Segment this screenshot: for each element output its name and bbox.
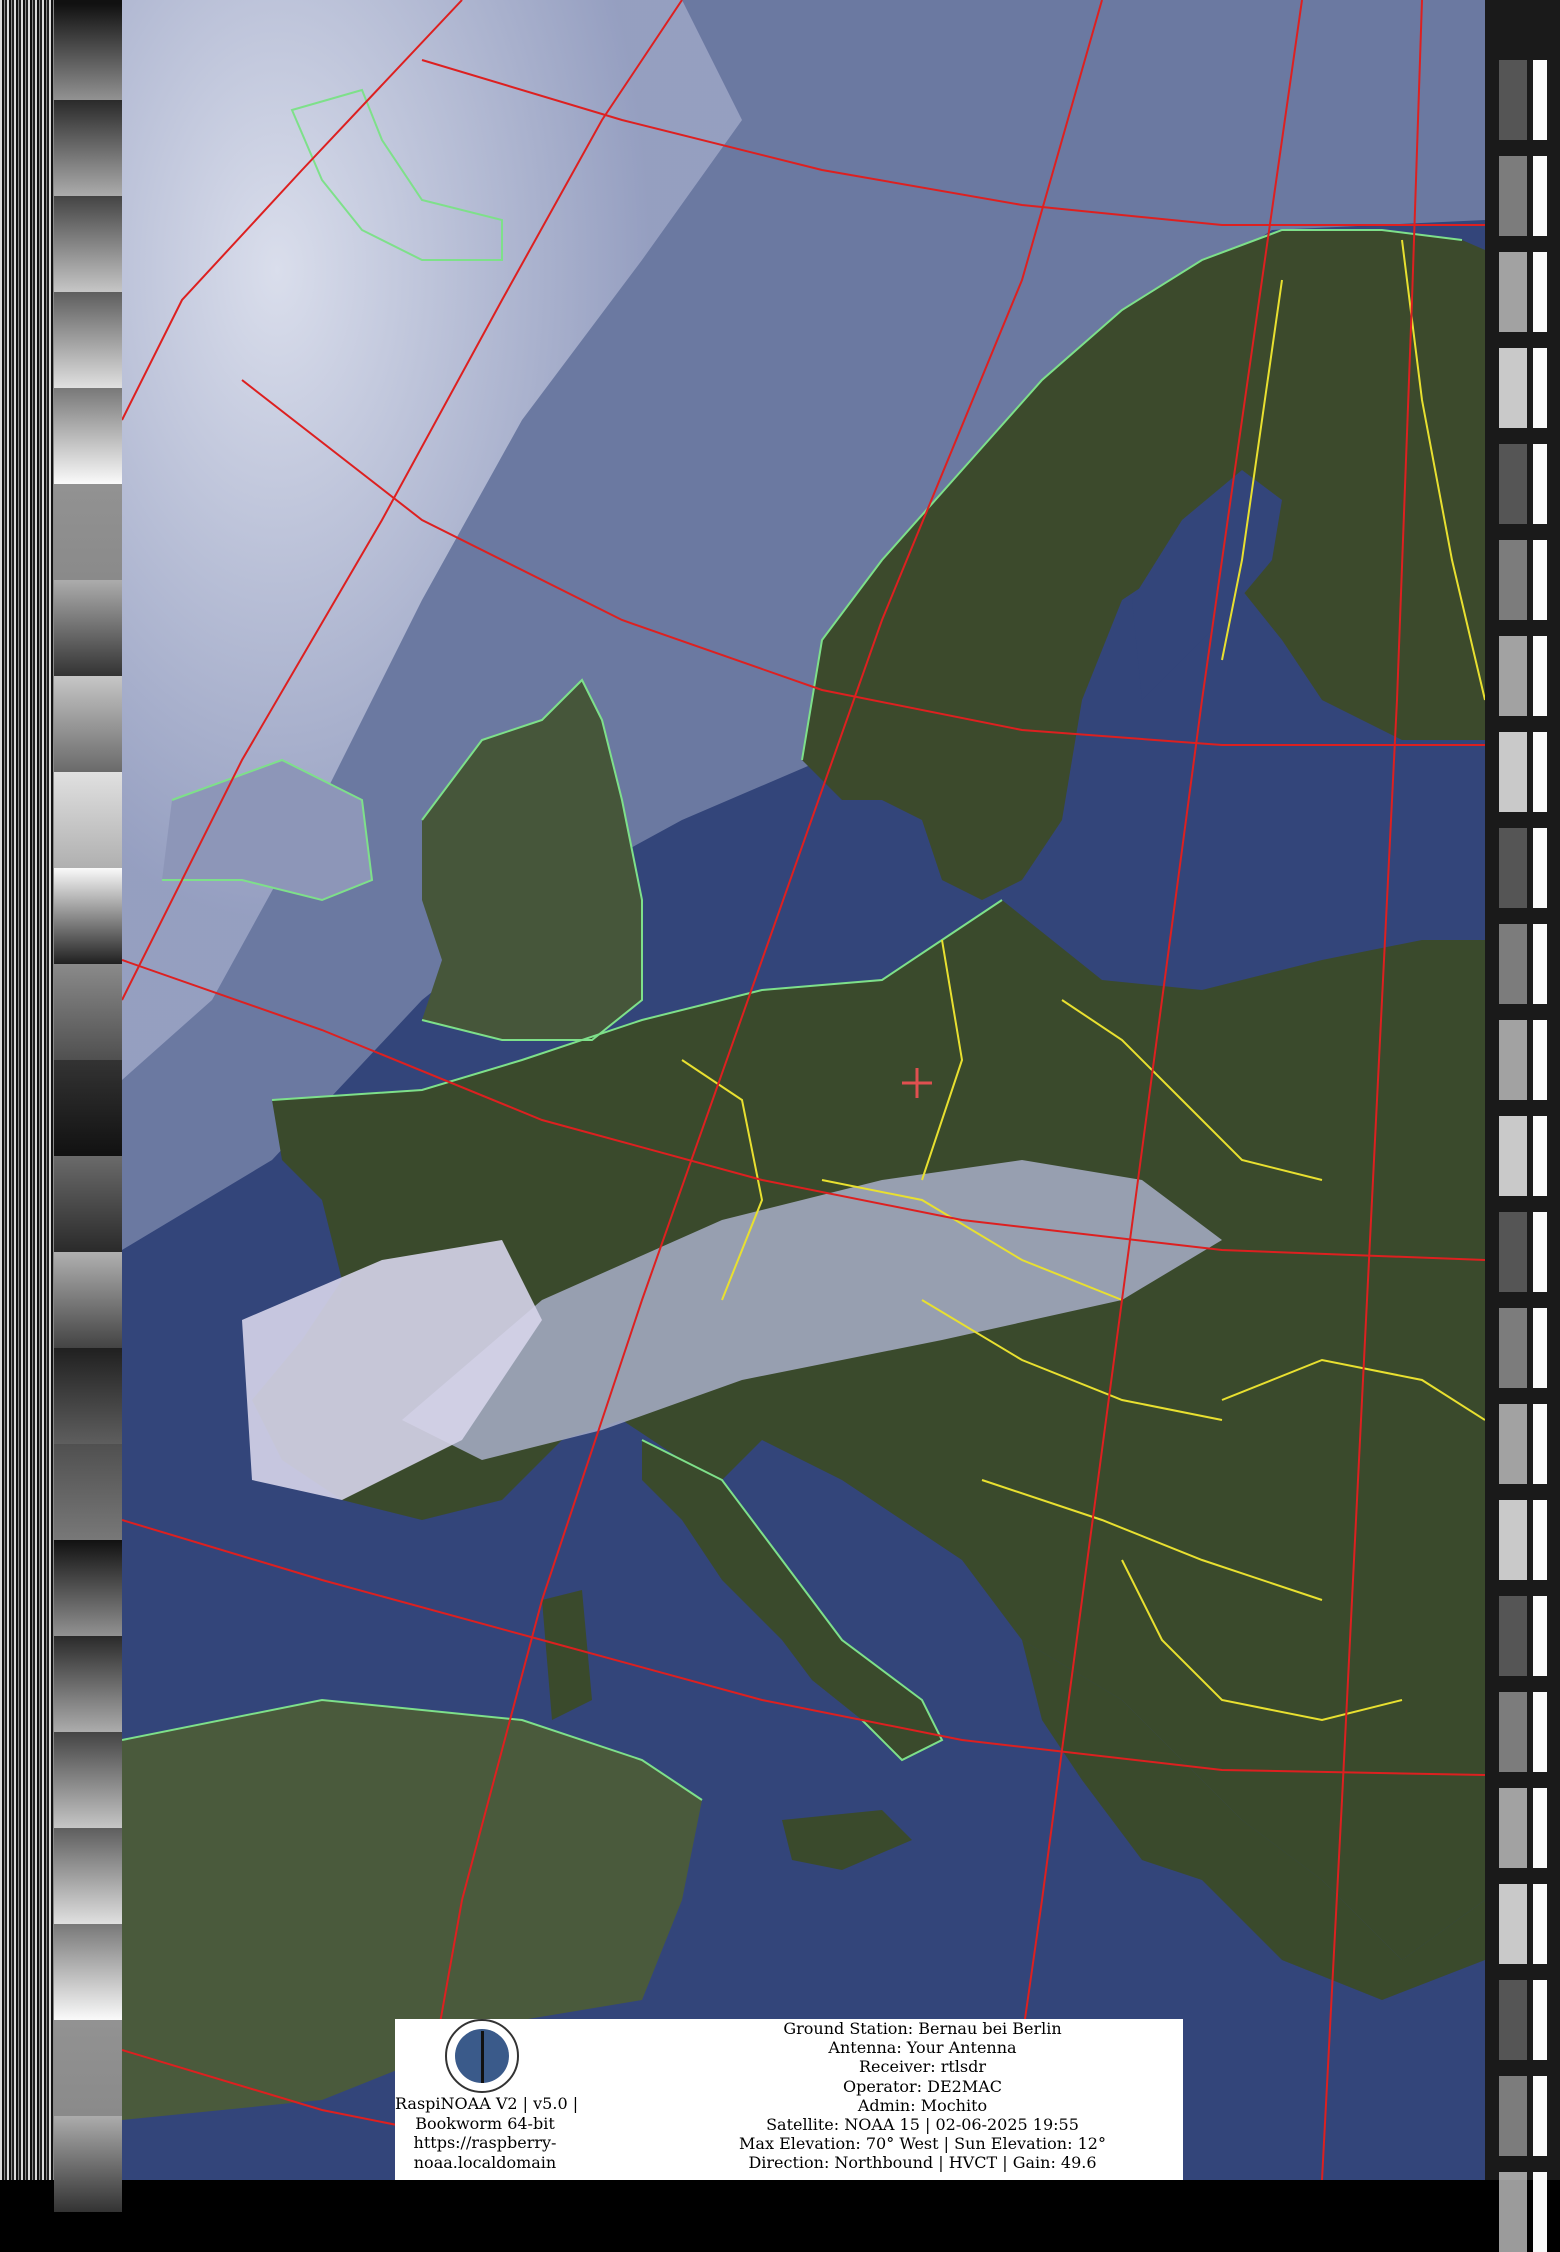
telemetry-bar (1533, 1308, 1547, 1388)
telemetry-bar (1499, 444, 1527, 524)
telemetry-bar (1499, 156, 1527, 236)
telemetry-bar (1499, 1884, 1527, 1964)
pass-details: Ground Station: Bernau bei Berlin Antenn… (665, 2019, 1180, 2173)
telemetry-bar (1499, 1692, 1527, 1772)
telemetry-bar (1533, 348, 1547, 428)
calibration-wedge-left (54, 0, 122, 2212)
map-canvas (122, 0, 1485, 2180)
telemetry-bar (1533, 540, 1547, 620)
telemetry-bar (1499, 1404, 1527, 1484)
telemetry-bar (1499, 732, 1527, 812)
wedge-cell (54, 676, 122, 772)
ground-station-label: Ground Station: Bernau bei Berlin (783, 2019, 1062, 2038)
wedge-cell (54, 1636, 122, 1732)
wedge-cell (54, 1732, 122, 1828)
telemetry-bar (1533, 1500, 1547, 1580)
wedge-cell (54, 1924, 122, 2020)
telemetry-bar (1499, 252, 1527, 332)
telemetry-bar (1499, 2172, 1527, 2252)
wedge-cell (54, 1444, 122, 1540)
telemetry-bar (1533, 1020, 1547, 1100)
telemetry-bar (1499, 924, 1527, 1004)
wedge-cell (54, 484, 122, 580)
wedge-cell (54, 580, 122, 676)
telemetry-bar (1499, 1980, 1527, 2060)
receiver-label: Receiver: rtlsdr (859, 2057, 986, 2077)
operator-label: Operator: DE2MAC (842, 2076, 1003, 2096)
telemetry-bar (1533, 2172, 1547, 2252)
software-url-part1: https://raspberry- (413, 2133, 557, 2152)
wedge-cell (54, 2020, 122, 2116)
telemetry-bar (1499, 540, 1527, 620)
telemetry-bar (1499, 1596, 1527, 1676)
telemetry-bar (1533, 2076, 1547, 2156)
software-version: RaspiNOAA V2 | v5.0 | (395, 2094, 579, 2113)
telemetry-bar (1533, 1404, 1547, 1484)
telemetry-bar (1499, 1308, 1527, 1388)
telemetry-bar (1533, 1788, 1547, 1868)
wedge-cell (54, 292, 122, 388)
direction-label: Direction: Northbound | HVCT | Gain: 49.… (748, 2153, 1097, 2173)
telemetry-bar (1499, 636, 1527, 716)
telemetry-bar (1533, 60, 1547, 140)
software-os: Bookworm 64-bit (415, 2113, 555, 2133)
telemetry-bar (1533, 252, 1547, 332)
wedge-cell (54, 2116, 122, 2212)
telemetry-strip-left (0, 0, 54, 2180)
wedge-cell (54, 1348, 122, 1444)
telemetry-bar (1499, 828, 1527, 908)
wedge-cell (54, 1540, 122, 1636)
telemetry-bar (1533, 828, 1547, 908)
telemetry-bar (1499, 2076, 1527, 2156)
telemetry-bar (1499, 1020, 1527, 1100)
wedge-cell (54, 196, 122, 292)
telemetry-bar (1499, 1212, 1527, 1292)
telemetry-strip-right (1485, 0, 1560, 2252)
wedge-cell (54, 772, 122, 868)
telemetry-bar (1499, 1116, 1527, 1196)
telemetry-bar (1533, 1116, 1547, 1196)
elevation-label: Max Elevation: 70° West | Sun Elevation:… (739, 2134, 1106, 2154)
antenna-label: Antenna: Your Antenna (828, 2038, 1017, 2058)
satellite-label: Satellite: NOAA 15 | 02-06-2025 19:55 (766, 2115, 1079, 2135)
telemetry-bar (1533, 732, 1547, 812)
telemetry-bar (1533, 924, 1547, 1004)
telemetry-bar (1533, 636, 1547, 716)
wedge-cell (54, 1156, 122, 1252)
telemetry-bar (1499, 1788, 1527, 1868)
telemetry-bar (1533, 1884, 1547, 1964)
wedge-cell (54, 388, 122, 484)
software-info: RaspiNOAA V2 | v5.0 | Bookworm 64-bit ht… (395, 2094, 579, 2172)
telemetry-bar (1533, 1596, 1547, 1676)
admin-label: Admin: Mochito (857, 2095, 988, 2115)
wedge-cell (54, 1252, 122, 1348)
wedge-cell (54, 964, 122, 1060)
satellite-map-image (122, 0, 1485, 2180)
telemetry-bar (1533, 444, 1547, 524)
telemetry-bar (1533, 156, 1547, 236)
station-info-panel: RaspiNOAA V2 | v5.0 | Bookworm 64-bit ht… (395, 2019, 1183, 2180)
telemetry-bar (1499, 1500, 1527, 1580)
antenna-logo-icon (445, 2019, 519, 2093)
wedge-cell (54, 4, 122, 100)
wedge-cell (54, 1060, 122, 1156)
software-url-part2: noaa.localdomain (413, 2152, 557, 2172)
wedge-cell (54, 1828, 122, 1924)
telemetry-bar (1533, 1692, 1547, 1772)
telemetry-bar (1533, 1212, 1547, 1292)
wedge-cell (54, 868, 122, 964)
telemetry-bar (1533, 1980, 1547, 2060)
telemetry-bar (1499, 348, 1527, 428)
wedge-cell (54, 100, 122, 196)
telemetry-bar (1499, 60, 1527, 140)
